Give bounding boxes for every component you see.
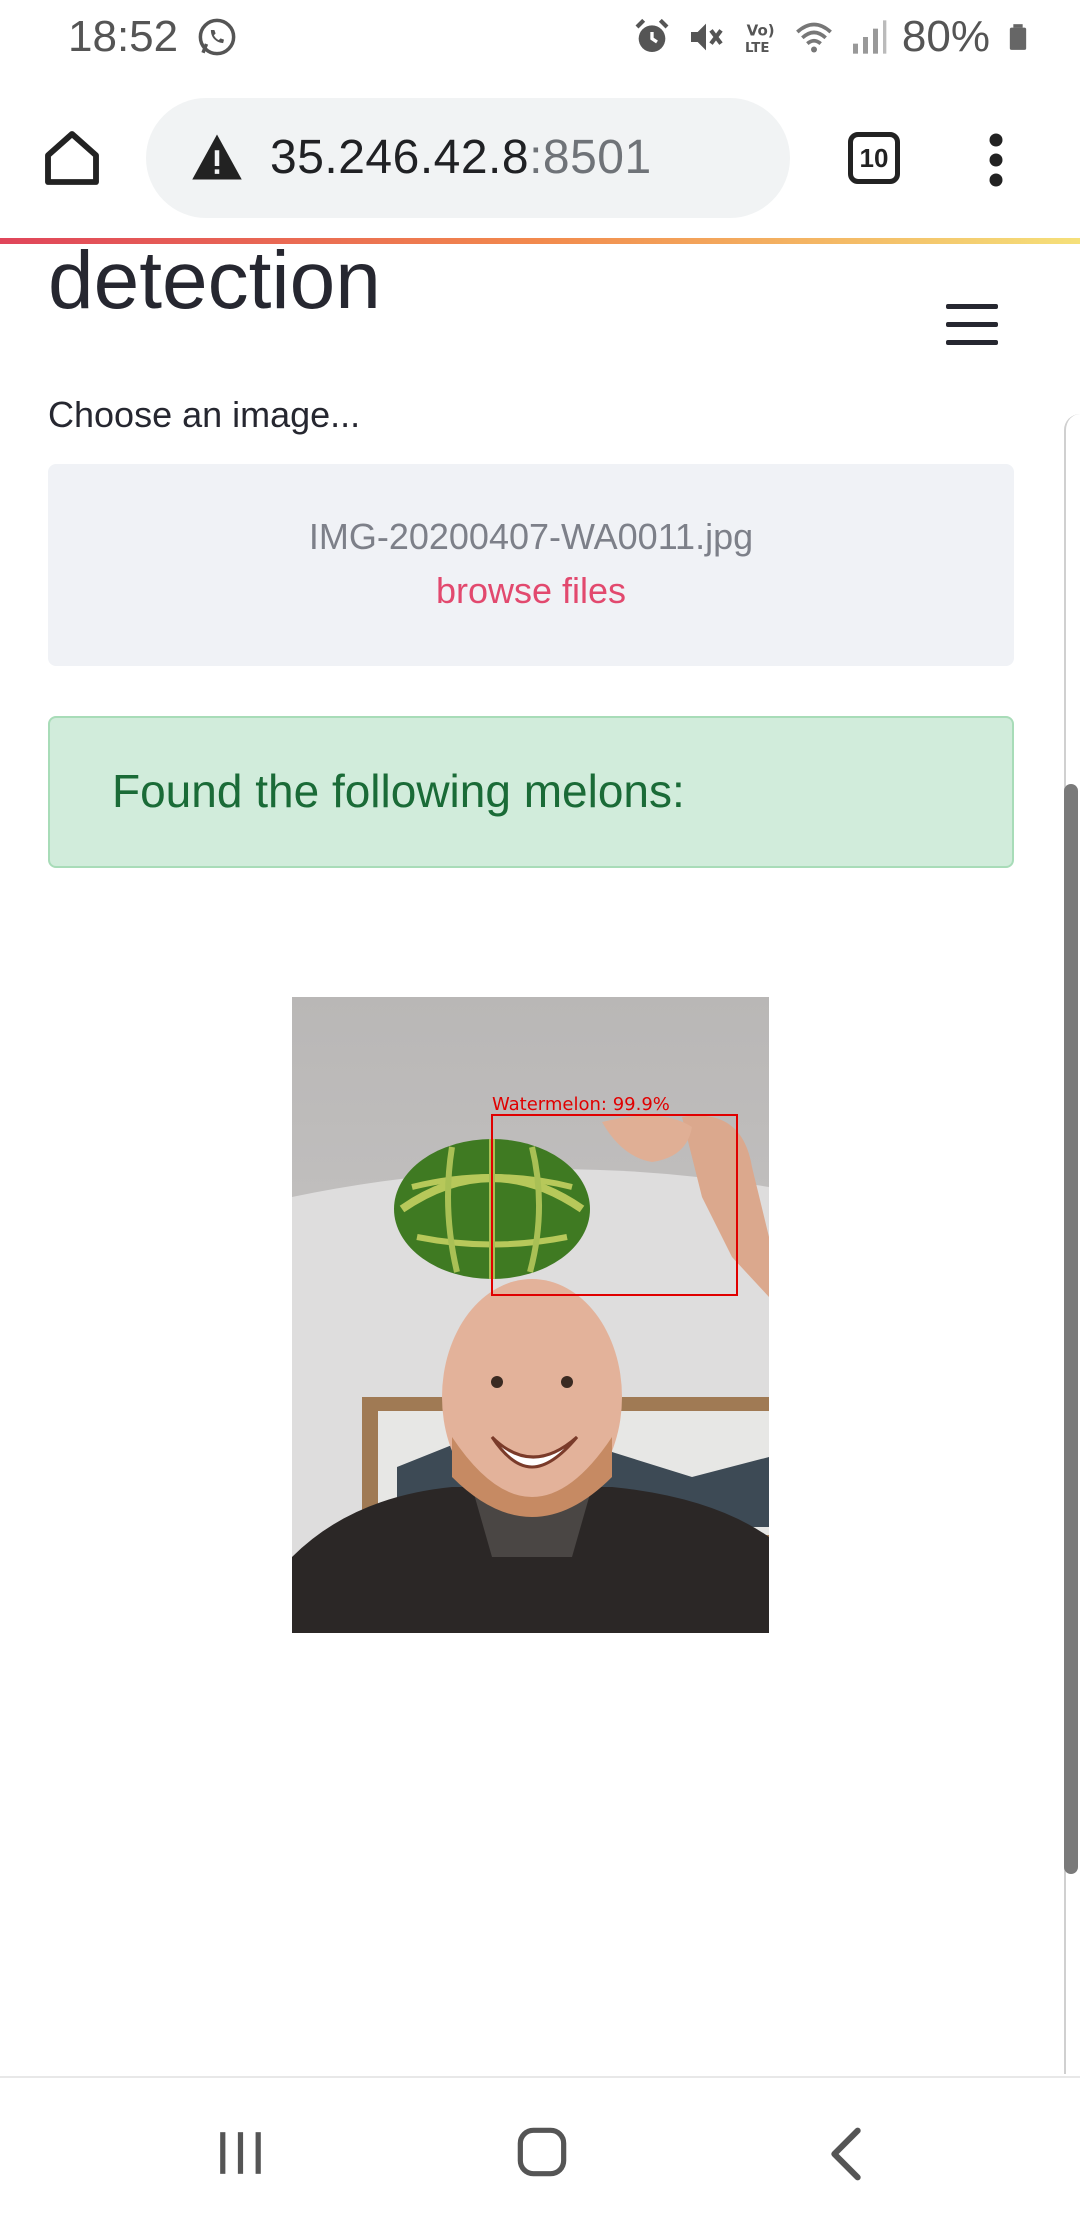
signal-icon (852, 20, 887, 54)
success-message: Found the following melons: (112, 765, 685, 817)
url-host: 35.246.42.8 (270, 131, 530, 184)
volte-icon: Vo) LTE (745, 21, 775, 56)
more-menu-icon[interactable] (978, 130, 1014, 190)
status-bar: 18:52 Vo) LTE 80% (0, 0, 1080, 76)
system-home-icon[interactable] (516, 2126, 568, 2178)
hamburger-menu-icon[interactable] (946, 304, 998, 346)
url-text[interactable]: 35.246.42.8:8501 (270, 130, 652, 185)
wifi-icon (796, 22, 832, 53)
browser-toolbar: 35.246.42.8:8501 10 (0, 76, 1080, 240)
browse-files-button[interactable]: browse files (48, 570, 1014, 612)
page-title: detection (48, 244, 381, 326)
mute-icon (690, 23, 723, 51)
warning-icon[interactable] (190, 132, 244, 182)
home-icon[interactable] (40, 126, 104, 190)
battery-level: 80% (901, 12, 990, 61)
status-icons: Vo) LTE 80% (632, 12, 1032, 62)
url-port: :8501 (529, 131, 652, 184)
recent-apps-icon[interactable] (216, 2130, 266, 2176)
tab-switcher-button[interactable]: 10 (848, 132, 900, 184)
page-content: detection Choose an image... IMG-2020040… (0, 244, 1080, 2074)
detection-result-image: Watermelon: 99.9% (292, 997, 769, 1633)
uploaded-file-name: IMG-20200407-WA0011.jpg (308, 516, 754, 557)
whatsapp-icon (198, 18, 236, 56)
status-time: 18:52 (68, 12, 179, 61)
svg-text:Vo): Vo) (747, 21, 775, 39)
back-icon[interactable] (826, 2126, 866, 2182)
battery-icon (1009, 24, 1027, 50)
tab-count: 10 (859, 142, 889, 173)
file-uploader[interactable]: IMG-20200407-WA0011.jpg browse files (48, 464, 1014, 666)
detection-label: Watermelon: 99.9% (492, 1094, 670, 1115)
url-bar[interactable]: 35.246.42.8:8501 (146, 98, 790, 218)
alarm-icon (635, 18, 669, 52)
svg-text:LTE: LTE (745, 41, 769, 56)
success-alert: Found the following melons: (48, 716, 1014, 868)
upload-label: Choose an image... (48, 394, 361, 435)
system-navigation-bar (0, 2076, 1080, 2220)
vertical-scrollbar[interactable] (1064, 784, 1078, 1874)
